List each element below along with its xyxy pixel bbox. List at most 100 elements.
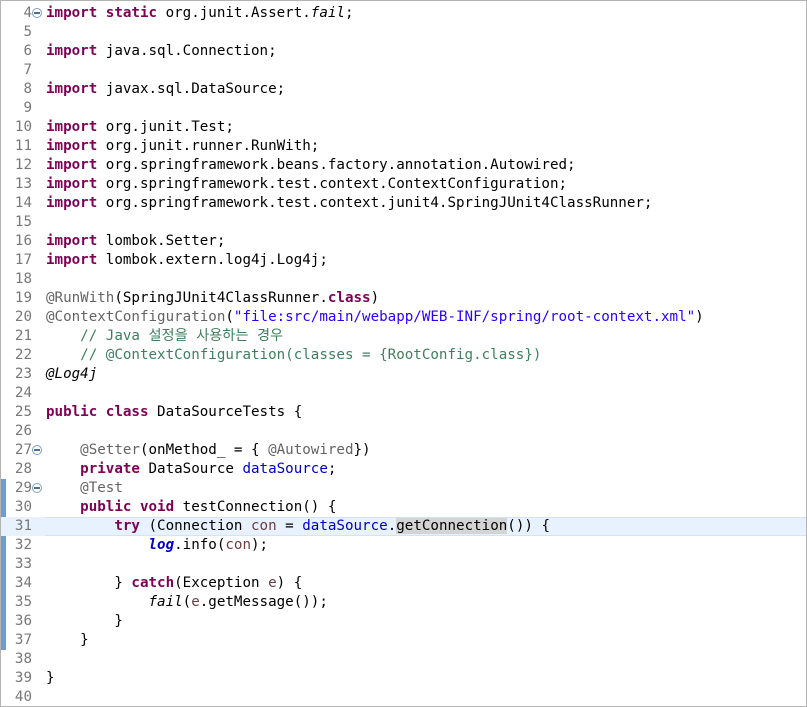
code-line[interactable]: 17 import lombok.extern.log4j.Log4j; <box>1 251 806 270</box>
code-text: @Test <box>46 479 123 498</box>
code-line[interactable]: 18 <box>1 270 806 289</box>
code-token: import <box>46 138 98 154</box>
code-token: public <box>46 404 98 420</box>
code-line[interactable]: 15 <box>1 213 806 232</box>
code-token: "file:src/main/webapp/WEB-INF/spring/roo… <box>233 309 696 325</box>
code-token: dataSource <box>302 518 388 534</box>
code-token: } <box>46 632 89 648</box>
code-text: @Setter(onMethod_ = { @Autowired}) <box>46 441 370 460</box>
code-text: } <box>46 612 123 631</box>
code-line[interactable]: 11 import org.junit.runner.RunWith; <box>1 137 806 156</box>
line-number: 9 <box>23 100 32 116</box>
line-number: 38 <box>14 651 32 667</box>
line-number: 19 <box>14 290 32 306</box>
code-line[interactable]: 13 import org.springframework.test.contex… <box>1 175 806 194</box>
code-token: import <box>46 81 98 97</box>
code-text: public void testConnection() { <box>46 498 336 517</box>
code-line[interactable]: 10 import org.junit.Test; <box>1 118 806 137</box>
line-number: 30 <box>14 499 32 515</box>
code-line[interactable]: 12 import org.springframework.beans.facto… <box>1 156 806 175</box>
code-line[interactable]: 28 private DataSource dataSource; <box>1 460 806 479</box>
line-number: 34 <box>14 575 32 591</box>
line-number: 12 <box>14 157 32 173</box>
code-line[interactable]: 36 } <box>1 612 806 631</box>
code-line[interactable]: 32 log.info(con); <box>1 536 806 555</box>
code-token: .info( <box>174 537 226 553</box>
line-number: 36 <box>14 613 32 629</box>
code-token: (onMethod_ = { <box>139 442 269 458</box>
code-token: @Setter <box>80 442 140 458</box>
code-line[interactable]: 37 } <box>1 631 806 650</box>
code-line[interactable]: 31 try (Connection con = dataSource.getC… <box>1 517 806 536</box>
code-line[interactable]: 4 import static org.junit.Assert.fail; <box>1 4 806 23</box>
code-line[interactable]: 26 <box>1 422 806 441</box>
code-token: log <box>148 537 175 553</box>
code-line[interactable]: 27 @Setter(onMethod_ = { @Autowired}) <box>1 441 806 460</box>
code-line[interactable]: 22 // @ContextConfiguration(classes = {R… <box>1 346 806 365</box>
code-token: } <box>46 575 132 591</box>
code-line[interactable]: 34 } catch(Exception e) { <box>1 574 806 593</box>
code-line[interactable]: 30 public void testConnection() { <box>1 498 806 517</box>
code-token: import <box>46 43 98 59</box>
line-number: 31 <box>14 518 32 534</box>
code-token: import <box>46 195 98 211</box>
code-token: DataSourceTests { <box>148 404 303 420</box>
code-line[interactable]: 9 <box>1 99 806 118</box>
code-text: @RunWith(SpringJUnit4ClassRunner.class) <box>46 289 379 308</box>
code-line[interactable]: 20 @ContextConfiguration("file:src/main/w… <box>1 308 806 327</box>
code-token: DataSource <box>139 461 243 477</box>
code-line[interactable]: 29 @Test <box>1 479 806 498</box>
code-line[interactable]: 40 <box>1 688 806 706</box>
code-token: = <box>276 518 303 534</box>
code-token: org.springframework.test.context.Context… <box>97 176 568 192</box>
code-text: public class DataSourceTests { <box>46 403 302 422</box>
line-number: 4 <box>23 5 32 21</box>
code-line[interactable]: 7 <box>1 61 806 80</box>
line-number: 13 <box>14 176 32 192</box>
line-number: 35 <box>14 594 32 610</box>
code-line[interactable]: 33 <box>1 555 806 574</box>
line-number: 21 <box>14 328 32 344</box>
code-text: @Log4j <box>46 365 97 384</box>
collapse-fold-icon[interactable] <box>32 483 42 493</box>
code-line[interactable]: 6 import java.sql.Connection; <box>1 42 806 61</box>
code-token: ) <box>695 309 704 325</box>
code-line[interactable]: 19 @RunWith(SpringJUnit4ClassRunner.class… <box>1 289 806 308</box>
code-line[interactable]: 16 import lombok.Setter; <box>1 232 806 251</box>
code-line[interactable]: 5 <box>1 23 806 42</box>
code-text: import org.junit.runner.RunWith; <box>46 137 319 156</box>
code-line[interactable]: 25 public class DataSourceTests { <box>1 403 806 422</box>
code-token: fail <box>310 5 345 21</box>
code-line[interactable]: 8 import javax.sql.DataSource; <box>1 80 806 99</box>
code-token: ) { <box>276 575 303 591</box>
line-number: 10 <box>14 119 32 135</box>
code-line[interactable]: 23 @Log4j <box>1 365 806 384</box>
code-line[interactable]: 24 <box>1 384 806 403</box>
code-line[interactable]: 14 import org.springframework.test.contex… <box>1 194 806 213</box>
code-editor[interactable]: 4 import static org.junit.Assert.fail; 5 6 i… <box>0 0 807 707</box>
code-token: .getMessage()); <box>199 594 328 610</box>
code-token: getConnection <box>396 518 508 534</box>
code-token: fail <box>148 594 183 610</box>
code-line[interactable]: 39} <box>1 669 806 688</box>
code-token: @RunWith <box>46 290 115 306</box>
line-number: 15 <box>14 214 32 230</box>
line-number: 32 <box>14 537 32 553</box>
code-token: class <box>105 404 149 420</box>
collapse-fold-icon[interactable] <box>32 8 42 18</box>
code-line[interactable]: 38 <box>1 650 806 669</box>
code-text: // Java 설정을 사용하는 경우 <box>46 327 283 346</box>
code-line[interactable]: 21 // Java 설정을 사용하는 경우 <box>1 327 806 346</box>
collapse-fold-icon[interactable] <box>32 445 42 455</box>
code-text: try (Connection con = dataSource.getConn… <box>46 517 550 536</box>
code-text: log.info(con); <box>46 536 269 555</box>
line-number: 18 <box>14 271 32 287</box>
code-lines: 4 import static org.junit.Assert.fail; 5 6 i… <box>1 4 806 706</box>
code-token: public <box>80 499 132 515</box>
code-line[interactable]: 35 fail(e.getMessage()); <box>1 593 806 612</box>
